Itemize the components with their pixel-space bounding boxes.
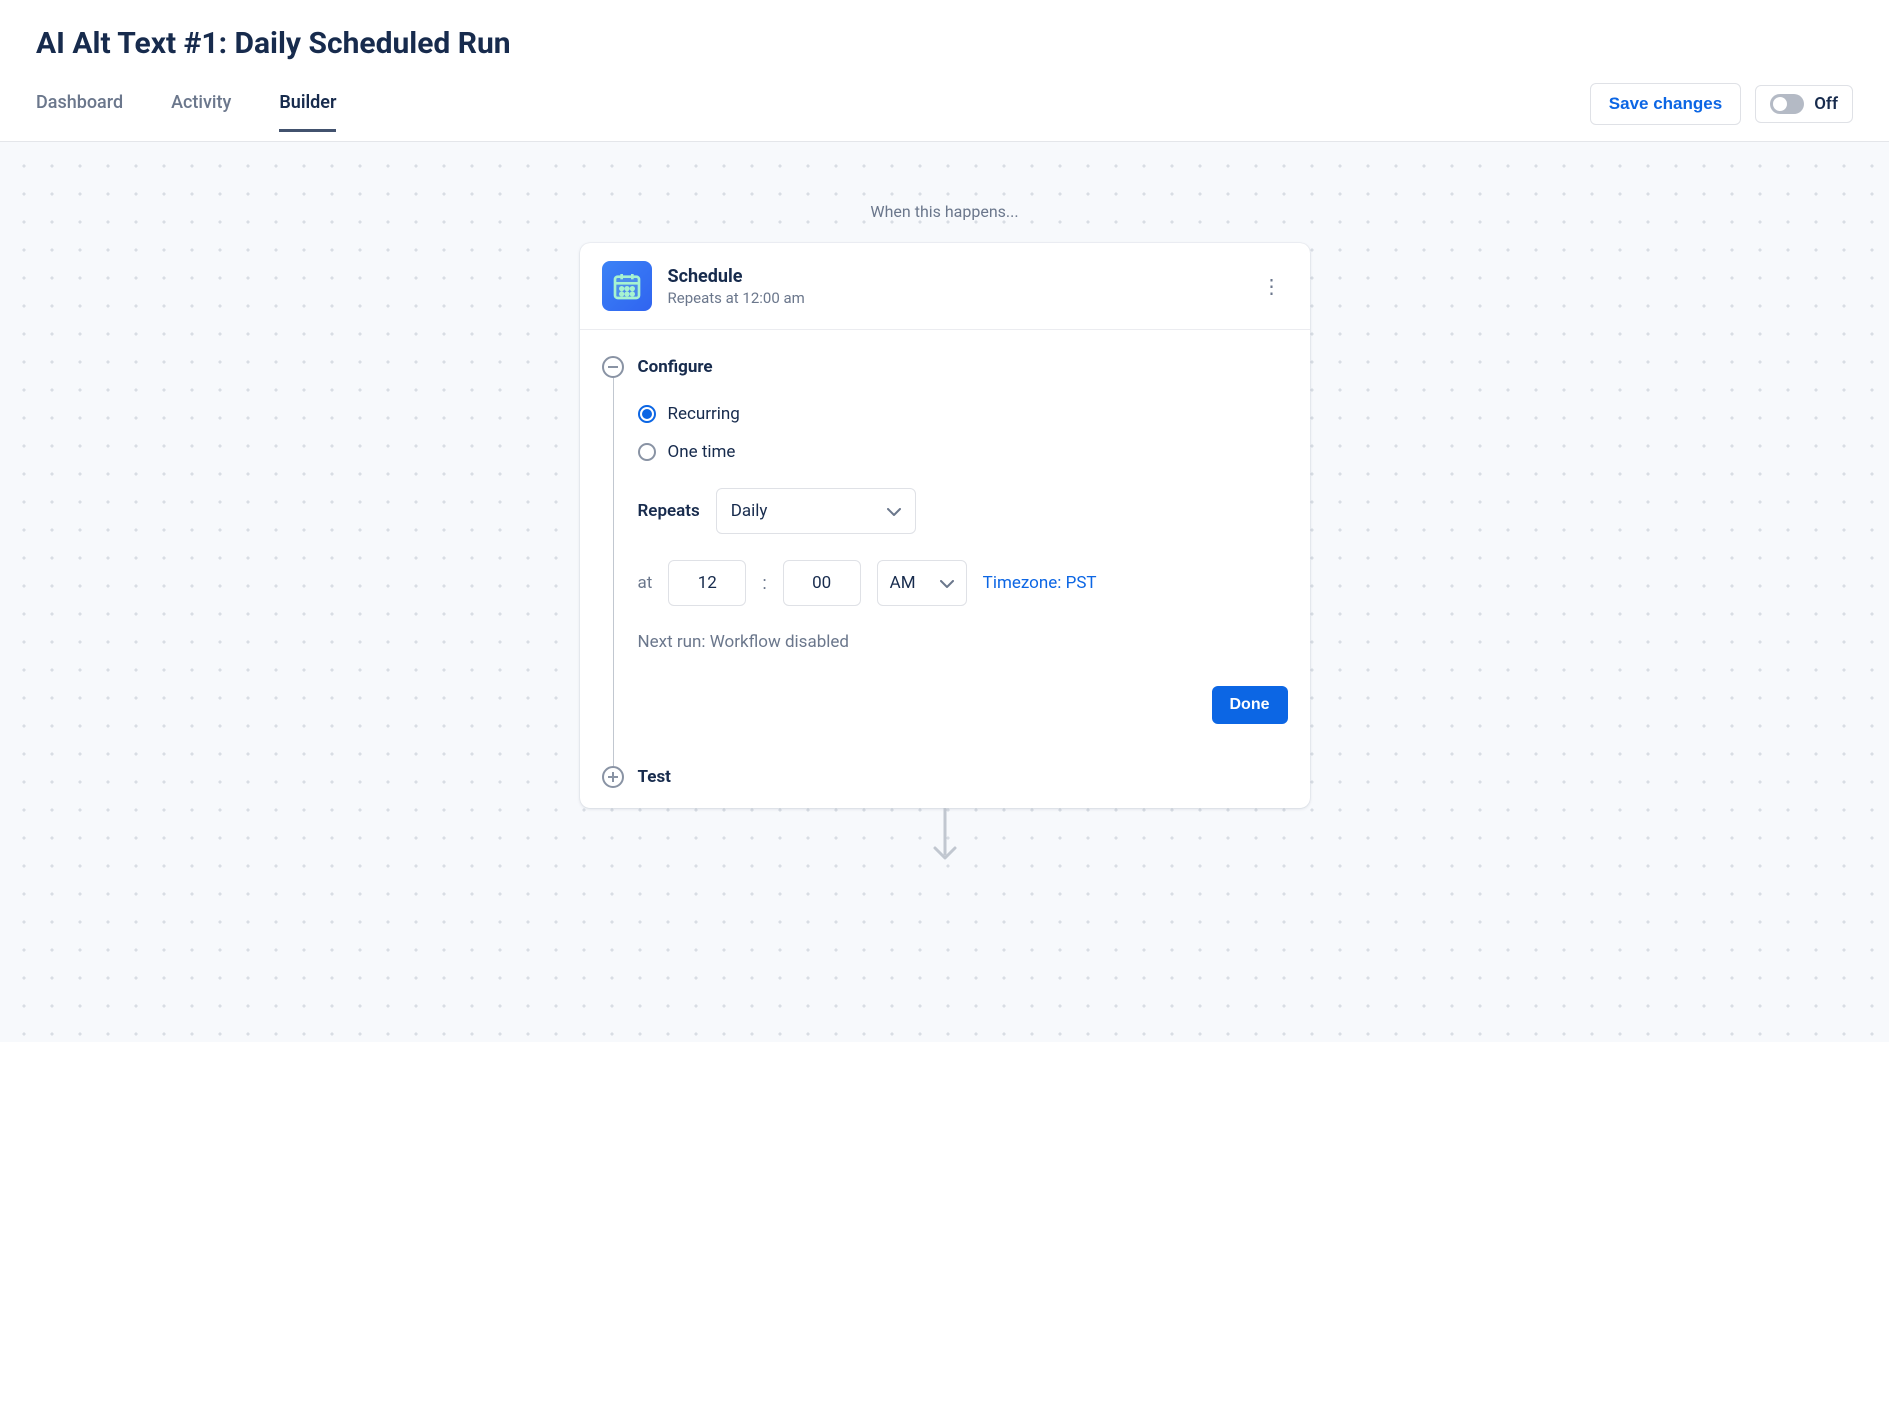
repeats-value: Daily: [731, 501, 768, 521]
chevron-down-icon: [940, 573, 954, 593]
repeats-label: Repeats: [638, 501, 700, 521]
radio-recurring[interactable]: Recurring: [638, 404, 1288, 424]
radio-icon: [638, 405, 656, 423]
toggle-icon: [1770, 94, 1804, 114]
enable-toggle[interactable]: Off: [1755, 85, 1853, 123]
schedule-card: Schedule Repeats at 12:00 am ⋮ Configure: [580, 243, 1310, 808]
plus-icon: [608, 772, 618, 782]
kebab-icon: ⋮: [1262, 274, 1282, 298]
time-separator: :: [762, 573, 766, 594]
radio-onetime[interactable]: One time: [638, 442, 1288, 462]
collapse-configure-button[interactable]: [602, 356, 624, 378]
ampm-select[interactable]: AM: [877, 560, 967, 606]
next-run-note: Next run: Workflow disabled: [638, 632, 1288, 652]
card-menu-button[interactable]: ⋮: [1256, 270, 1288, 302]
flow-arrow-icon: [925, 808, 965, 872]
card-title: Schedule: [668, 266, 1256, 287]
calendar-icon: [602, 261, 652, 311]
tab-builder[interactable]: Builder: [279, 92, 336, 132]
configure-section-title: Configure: [638, 357, 713, 377]
repeats-select[interactable]: Daily: [716, 488, 916, 534]
timezone-link[interactable]: Timezone: PST: [983, 573, 1097, 593]
radio-recurring-label: Recurring: [668, 404, 740, 424]
test-section-title: Test: [638, 767, 671, 787]
builder-canvas: When this happens... Schedule: [0, 142, 1889, 1042]
hour-input[interactable]: 12: [668, 560, 746, 606]
radio-onetime-label: One time: [668, 442, 736, 462]
trigger-section-label: When this happens...: [870, 202, 1018, 221]
tab-activity[interactable]: Activity: [171, 92, 231, 132]
save-changes-button[interactable]: Save changes: [1590, 83, 1741, 125]
radio-icon: [638, 443, 656, 461]
tabs-nav: Dashboard Activity Builder: [36, 92, 336, 132]
chevron-down-icon: [887, 501, 901, 521]
expand-test-button[interactable]: [602, 766, 624, 788]
toggle-label: Off: [1814, 94, 1838, 114]
page-title: AI Alt Text #1: Daily Scheduled Run: [36, 26, 1853, 61]
tab-dashboard[interactable]: Dashboard: [36, 92, 123, 132]
at-label: at: [638, 573, 653, 593]
card-subtitle: Repeats at 12:00 am: [668, 289, 1256, 307]
minus-icon: [608, 366, 618, 368]
done-button[interactable]: Done: [1212, 686, 1288, 724]
minute-input[interactable]: 00: [783, 560, 861, 606]
